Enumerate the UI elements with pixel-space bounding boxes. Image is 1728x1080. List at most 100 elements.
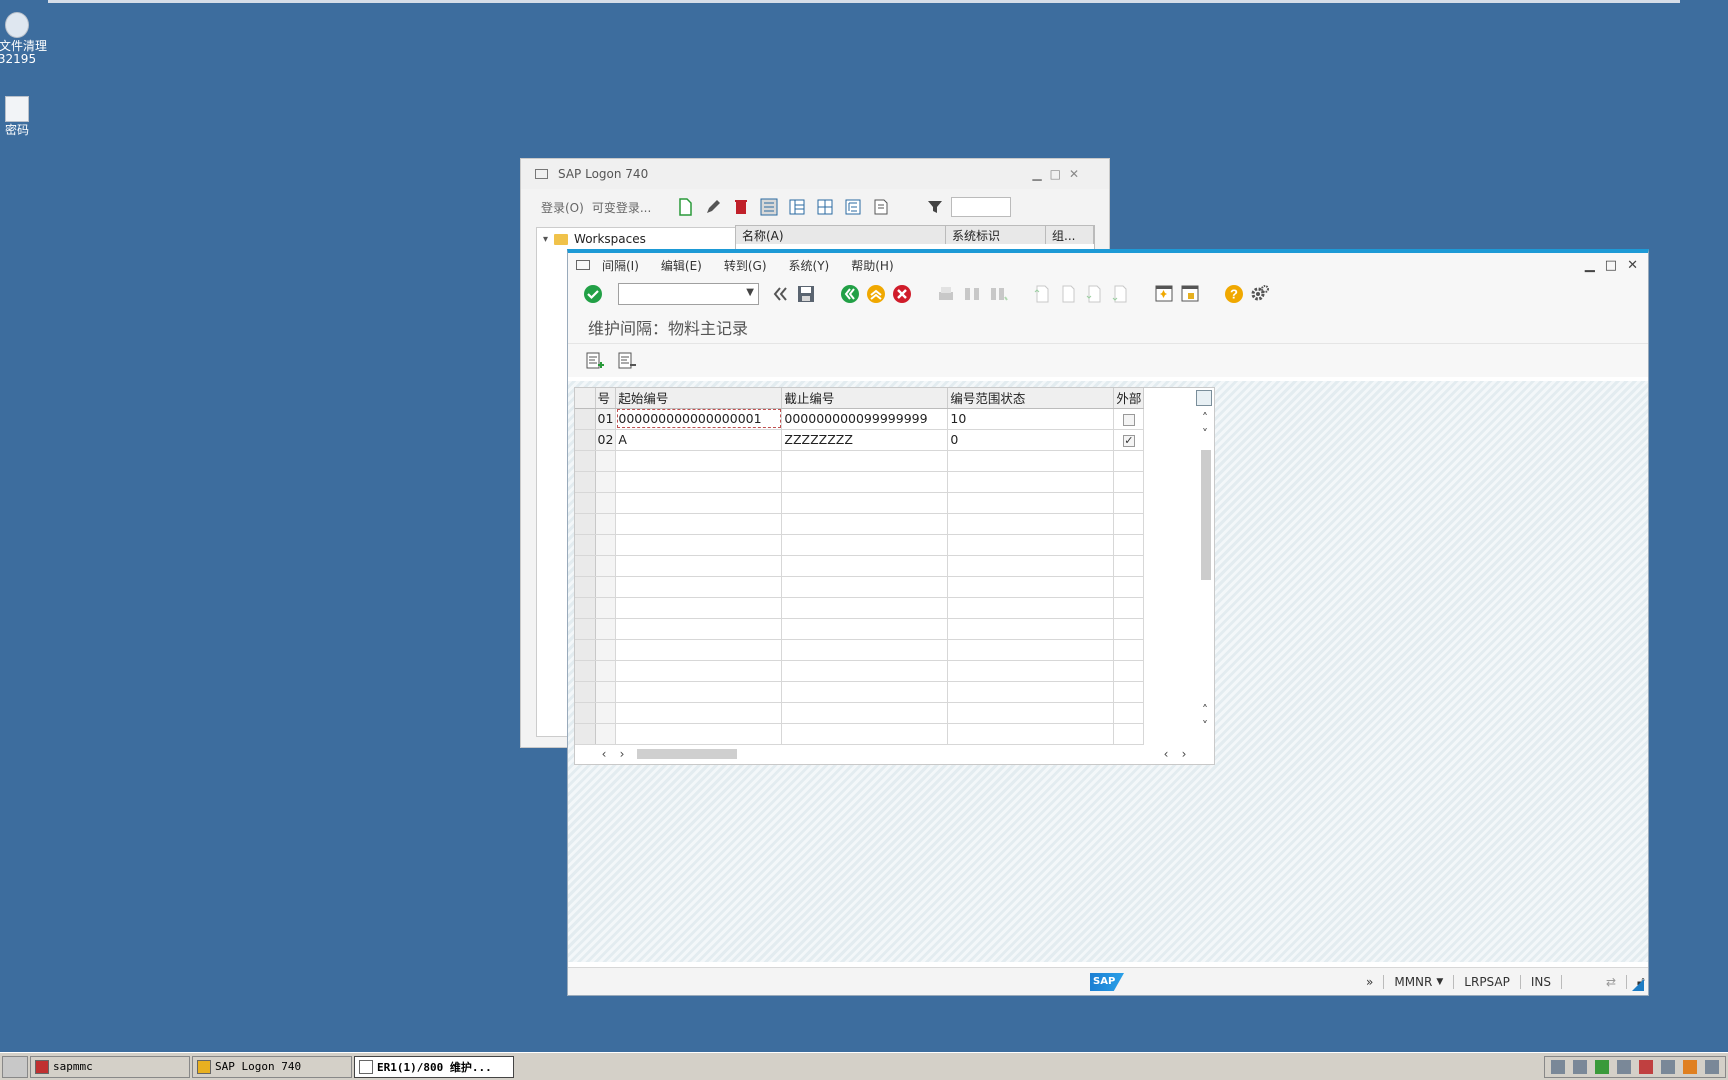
chevron-down-icon[interactable]: ▾: [543, 234, 548, 245]
vertical-scrollbar[interactable]: ˄ ˅ ˄ ˅: [1195, 410, 1215, 740]
cell-status-input[interactable]: [947, 660, 1115, 682]
cell-status-input[interactable]: [947, 534, 1115, 556]
interval-table-control[interactable]: 号 起始编号 截止编号 编号范围状态 外部 01 000000000000000…: [574, 387, 1215, 765]
row-selector[interactable]: [575, 576, 596, 598]
resize-grip-icon[interactable]: [1632, 979, 1644, 991]
scroll-down-icon[interactable]: ˅: [1195, 426, 1215, 442]
new-entry-icon[interactable]: [675, 197, 695, 217]
row-selector-header[interactable]: [575, 388, 596, 409]
row-selector[interactable]: [575, 618, 596, 640]
cell-external[interactable]: [1113, 660, 1145, 682]
cell-from-input[interactable]: [615, 723, 783, 745]
insert-interval-icon[interactable]: [584, 350, 606, 372]
row-selector[interactable]: [575, 639, 596, 661]
cell-status-input[interactable]: [947, 723, 1115, 745]
scroll-thumb[interactable]: [1201, 450, 1211, 580]
desktop-icon-password[interactable]: 密码: [0, 96, 52, 137]
desktop-icon-cleaner[interactable]: 级文件清理 32195: [0, 12, 52, 66]
menu-system[interactable]: 系统(Y): [789, 257, 830, 274]
start-button[interactable]: [2, 1055, 28, 1078]
tree-node-workspaces[interactable]: ▾ Workspaces: [537, 228, 735, 246]
tray-alert-icon[interactable]: [1639, 1060, 1653, 1074]
cell-from-input[interactable]: 000000000000000001: [615, 408, 783, 430]
cell-from-input[interactable]: A: [615, 429, 783, 451]
filter-input[interactable]: [951, 197, 1012, 217]
cell-status-input[interactable]: [947, 618, 1115, 640]
tray-display-icon[interactable]: [1573, 1060, 1587, 1074]
column-config-icon[interactable]: [1196, 390, 1212, 406]
cancel-icon[interactable]: [891, 283, 913, 305]
cell-external[interactable]: [1113, 471, 1145, 493]
cell-status-input[interactable]: [947, 492, 1115, 514]
cell-status-input[interactable]: [947, 450, 1115, 472]
cell-external[interactable]: [1113, 555, 1145, 577]
expand-status-icon[interactable]: »: [1366, 975, 1373, 989]
cell-to-input[interactable]: [781, 555, 949, 577]
cell-external[interactable]: [1113, 723, 1145, 745]
cell-to-input[interactable]: [781, 450, 949, 472]
cell-to-input[interactable]: [781, 597, 949, 619]
column-header-no[interactable]: 号: [595, 388, 617, 409]
scroll-up-icon[interactable]: ˄: [1195, 702, 1215, 718]
properties-icon[interactable]: [871, 197, 891, 217]
chevron-down-icon[interactable]: ▼: [746, 287, 754, 298]
cell-external[interactable]: [1113, 702, 1145, 724]
row-selector[interactable]: [575, 681, 596, 703]
column-header-status[interactable]: 编号范围状态: [947, 388, 1115, 409]
cell-to-input[interactable]: [781, 492, 949, 514]
cell-from-input[interactable]: [615, 618, 783, 640]
scroll-down-icon[interactable]: ˅: [1195, 718, 1215, 734]
tree-view-icon[interactable]: [843, 197, 863, 217]
cell-status-input[interactable]: [947, 639, 1115, 661]
cell-status-input[interactable]: 0: [947, 429, 1115, 451]
close-icon[interactable]: ✕: [1627, 258, 1638, 273]
tray-shield-icon[interactable]: [1617, 1060, 1631, 1074]
hscroll-thumb[interactable]: [637, 749, 737, 759]
cell-external[interactable]: [1113, 492, 1145, 514]
edit-pencil-icon[interactable]: [703, 197, 723, 217]
tray-volume-icon[interactable]: [1705, 1060, 1719, 1074]
window-menu-icon[interactable]: [576, 260, 590, 270]
cell-status-input[interactable]: [947, 576, 1115, 598]
status-mode[interactable]: INS: [1531, 975, 1551, 989]
cell-from-input[interactable]: [615, 576, 783, 598]
cell-external[interactable]: [1113, 534, 1145, 556]
maximize-icon[interactable]: □: [1050, 167, 1061, 181]
enter-check-icon[interactable]: [582, 283, 604, 305]
scroll-left-icon[interactable]: ‹: [595, 747, 613, 761]
cell-external[interactable]: [1113, 597, 1145, 619]
external-checkbox[interactable]: [1122, 413, 1135, 426]
cell-from-input[interactable]: [615, 702, 783, 724]
variable-logon-button[interactable]: 可变登录...: [592, 199, 651, 216]
tray-monitor-icon[interactable]: [1661, 1060, 1675, 1074]
external-checkbox[interactable]: ✓: [1122, 434, 1135, 447]
command-field[interactable]: ▼: [618, 283, 759, 305]
row-selector[interactable]: [575, 408, 596, 430]
row-selector[interactable]: [575, 450, 596, 472]
cell-from-input[interactable]: [615, 534, 783, 556]
scroll-right-icon[interactable]: ›: [1175, 747, 1193, 761]
logon-button[interactable]: 登录(O): [541, 199, 584, 216]
cell-status-input[interactable]: [947, 681, 1115, 703]
cell-status-input[interactable]: [947, 513, 1115, 535]
menu-interval[interactable]: 间隔(I): [602, 257, 639, 274]
delete-interval-icon[interactable]: [616, 350, 638, 372]
cell-external[interactable]: [1113, 639, 1145, 661]
save-icon[interactable]: [795, 283, 817, 305]
row-selector[interactable]: [575, 555, 596, 577]
cell-to-input[interactable]: [781, 723, 949, 745]
status-tcode[interactable]: MMNR: [1394, 975, 1432, 989]
cell-to-input[interactable]: [781, 534, 949, 556]
cell-external[interactable]: [1113, 681, 1145, 703]
row-selector[interactable]: [575, 723, 596, 745]
task-sap-logon[interactable]: SAP Logon 740: [192, 1055, 352, 1078]
minimize-icon[interactable]: ▁: [1585, 258, 1595, 273]
explorer-view-icon[interactable]: [787, 197, 807, 217]
close-icon[interactable]: ✕: [1069, 167, 1079, 181]
settings-gear-icon[interactable]: [1249, 283, 1271, 305]
menu-goto[interactable]: 转到(G): [724, 257, 767, 274]
cell-status-input[interactable]: 10: [947, 408, 1115, 430]
delete-icon[interactable]: [731, 197, 751, 217]
menu-help[interactable]: 帮助(H): [851, 257, 893, 274]
cell-to-input[interactable]: [781, 513, 949, 535]
